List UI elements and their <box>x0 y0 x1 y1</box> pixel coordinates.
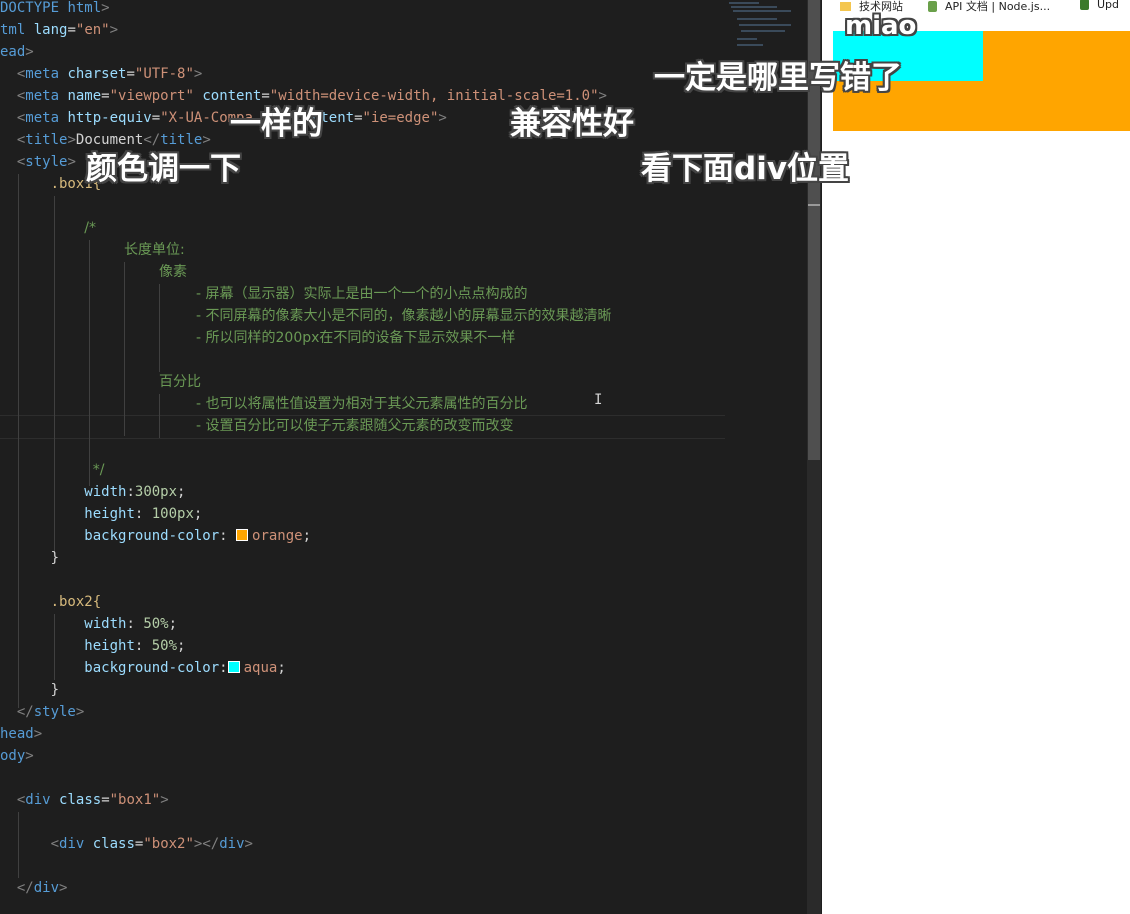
code-line-35: ody> <box>0 748 34 764</box>
subtitle-something-wrong: 一定是哪里写错了 <box>654 60 902 96</box>
code-line-19: - 也可以将属性值设置为相对于其父元素属性的百分比 <box>196 396 528 412</box>
code-line-23: width:300px; <box>84 484 186 500</box>
code-line-25: background-color: orange; <box>84 528 312 544</box>
code-line-15: - 不同屏幕的像素大小是不同的，像素越小的屏幕显示的效果越清晰 <box>196 308 612 324</box>
subtitle-adjust-color: 颜色调一下 <box>86 151 241 187</box>
code-line-26: } <box>50 550 60 566</box>
code-line-3: ead> <box>0 44 34 60</box>
scrollbar-position-marker <box>808 204 820 206</box>
text-cursor-icon: I <box>594 392 603 408</box>
code-line-4: <meta charset="UTF-8"> <box>16 66 203 82</box>
code-line-12: 长度单位: <box>124 242 185 258</box>
subtitle-div-position: 看下面div位置 <box>641 151 850 187</box>
code-line-1: DOCTYPE html> <box>0 0 110 16</box>
code-line-8: <style> <box>16 154 76 170</box>
indent-guide <box>159 284 160 372</box>
nodejs-icon <box>928 1 937 12</box>
subtitle-miao: miao <box>845 11 917 41</box>
bookmark-nodejs-api[interactable]: API 文档 | Node.js... <box>928 0 1050 14</box>
indent-guide <box>159 394 160 438</box>
code-line-39: <div class="box2"></div> <box>50 836 253 852</box>
subtitle-same: 一样的 <box>230 106 323 142</box>
code-line-29: width: 50%; <box>84 616 178 632</box>
orange-color-swatch[interactable] <box>236 529 249 541</box>
code-line-33: </style> <box>16 704 85 720</box>
code-line-22: */ <box>92 462 105 478</box>
code-line-41: </div> <box>16 880 68 896</box>
code-line-13: 像素 <box>159 264 187 280</box>
subtitle-compatibility: 兼容性好 <box>510 106 634 142</box>
minimap[interactable] <box>725 0 807 914</box>
code-line-24: height: 100px; <box>84 506 203 522</box>
code-line-20: - 设置百分比可以使子元素跟随父元素的改变而改变 <box>196 418 514 434</box>
bookmark-upd[interactable]: Upd <box>1080 0 1119 11</box>
indent-guide <box>89 240 90 486</box>
browser-preview: 技术网站 API 文档 | Node.js... Upd <box>822 0 1130 914</box>
code-line-34: head> <box>0 726 43 742</box>
code-line-32: } <box>50 682 60 698</box>
indent-guide <box>124 262 125 436</box>
folder-icon <box>840 2 851 11</box>
code-line-37: <div class="box1"> <box>16 792 169 808</box>
code-line-31: background-color: aqua; <box>84 660 286 676</box>
aqua-color-swatch[interactable] <box>227 661 240 673</box>
code-editor[interactable]: DOCTYPE html> tml lang="en"> ead> <meta … <box>0 0 808 914</box>
code-line-2: tml lang="en"> <box>0 22 119 38</box>
code-line-11: /* <box>84 220 97 236</box>
code-line-14: - 屏幕（显示器）实际上是由一个一个的小点点构成的 <box>196 286 528 302</box>
code-line-6: <meta http-equiv="X-UA-Compa content="ie… <box>16 110 447 126</box>
code-line-18: 百分比 <box>159 374 201 390</box>
code-line-16: - 所以同样的200px在不同的设备下显示效果不一样 <box>196 330 516 346</box>
bookmark-icon <box>1080 0 1089 10</box>
code-line-28: .box2{ <box>50 594 102 610</box>
code-line-30: height: 50%; <box>84 638 186 654</box>
